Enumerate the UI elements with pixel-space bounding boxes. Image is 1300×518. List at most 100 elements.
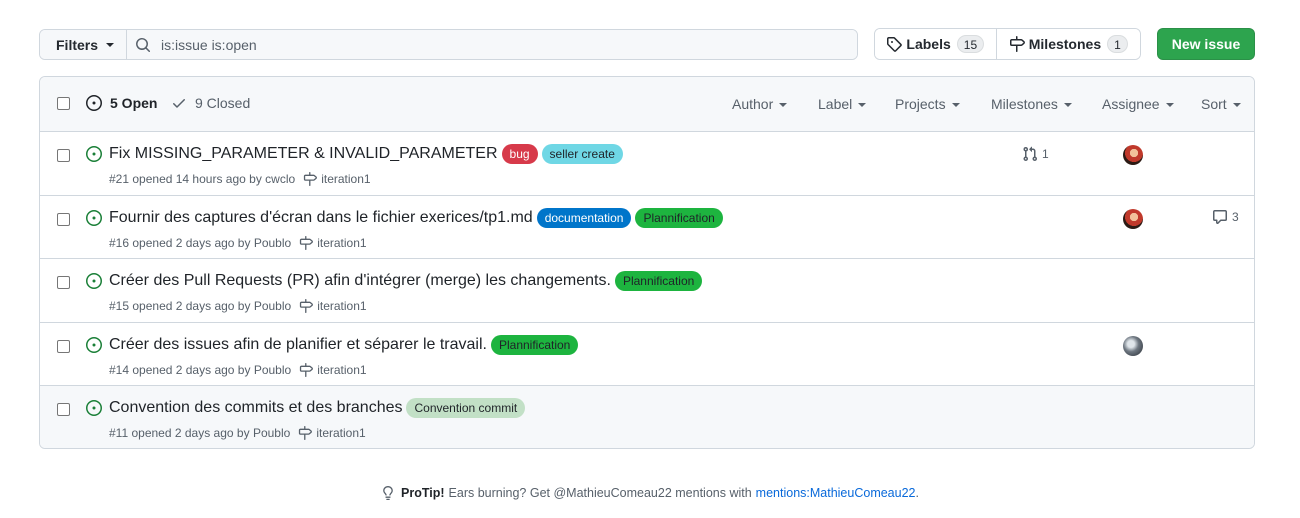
issue-title-line: Convention des commits et des branches C… xyxy=(109,398,526,418)
search-input[interactable] xyxy=(161,30,821,59)
issue-label[interactable]: bug xyxy=(501,144,538,164)
issue-milestone-link[interactable]: iteration1 xyxy=(299,362,367,377)
issue-row: Convention des commits et des branches C… xyxy=(40,386,1254,448)
filter-bar: Filters xyxy=(39,29,858,60)
milestone-icon xyxy=(300,235,314,250)
milestones-label: Milestones xyxy=(1028,36,1102,52)
milestone-name: iteration1 xyxy=(321,172,371,186)
issue-author-link[interactable]: Poublo xyxy=(254,236,291,250)
milestone-icon xyxy=(300,299,314,313)
closed-issues-tab[interactable]: 9 Closed xyxy=(171,95,250,111)
issue-opened-icon xyxy=(86,336,102,353)
issue-checkbox[interactable] xyxy=(57,212,70,226)
closed-count-label: 9 Closed xyxy=(195,95,251,111)
chevron-down-icon xyxy=(951,103,960,108)
issue-checkbox[interactable] xyxy=(57,339,70,353)
chevron-down-icon xyxy=(1165,103,1174,108)
comment-count: 3 xyxy=(1232,209,1239,224)
projects-filter-label: Projects xyxy=(895,96,946,112)
assignee-filter[interactable]: Assignee xyxy=(1102,96,1174,112)
issue-meta: #14 opened 2 days ago by Poublo iteratio… xyxy=(109,362,367,377)
author-filter[interactable]: Author xyxy=(732,96,788,112)
issue-number: #16 xyxy=(109,235,130,250)
issues-list: 5 Open 9 Closed Author Label Projects Mi… xyxy=(39,76,1255,449)
issues-toolbar: Filters Labels 15 Milestones 1 New issue xyxy=(39,28,1255,60)
issue-opened-icon xyxy=(86,400,102,416)
issue-title-link[interactable]: Créer des issues afin de planifier et sé… xyxy=(109,336,487,354)
chevron-down-icon xyxy=(779,103,788,108)
issue-opened-text: opened 2 days ago by xyxy=(131,426,250,440)
issue-title-link[interactable]: Convention des commits et des branches xyxy=(109,399,402,417)
issue-title-link[interactable]: Fix MISSING_PARAMETER & INVALID_PARAMETE… xyxy=(109,145,498,163)
select-all-checkbox[interactable] xyxy=(57,97,70,110)
issue-number: #15 xyxy=(109,299,130,313)
new-issue-button[interactable]: New issue xyxy=(1157,28,1255,60)
issue-label[interactable]: Convention commit xyxy=(406,398,526,418)
issue-title-line: Fournir des captures d'écran dans le fic… xyxy=(109,207,723,228)
issue-meta: #21 opened 14 hours ago by cwclo iterati… xyxy=(109,172,371,186)
filters-dropdown-button[interactable]: Filters xyxy=(40,30,127,59)
issue-checkbox[interactable] xyxy=(57,403,70,416)
issue-label[interactable]: Plannification xyxy=(635,207,723,228)
git-pull-request-icon xyxy=(1023,146,1038,162)
labels-label: Labels xyxy=(906,36,951,52)
light-bulb-icon xyxy=(383,486,393,500)
issue-milestone-link[interactable]: iteration1 xyxy=(303,172,371,186)
author-filter-label: Author xyxy=(732,96,774,112)
issue-row: Créer des issues afin de planifier et sé… xyxy=(40,323,1254,386)
issue-opened-icon xyxy=(86,146,102,162)
issue-meta: #16 opened 2 days ago by Poublo iteratio… xyxy=(109,235,367,250)
comment-icon xyxy=(1213,209,1227,224)
issue-title-link[interactable]: Créer des Pull Requests (PR) afin d'inté… xyxy=(109,272,611,290)
issue-title-link[interactable]: Fournir des captures d'écran dans le fic… xyxy=(109,209,533,227)
milestones-filter[interactable]: Milestones xyxy=(991,96,1072,112)
issue-author-link[interactable]: cwclo xyxy=(265,172,295,186)
milestones-count-badge: 1 xyxy=(1107,35,1128,53)
linked-pr-count: 1 xyxy=(1042,147,1049,161)
issue-row: Fix MISSING_PARAMETER & INVALID_PARAMETE… xyxy=(40,132,1254,196)
issue-author-link[interactable]: Poublo xyxy=(253,426,290,440)
issue-label[interactable]: documentation xyxy=(536,207,632,228)
milestone-icon xyxy=(1009,36,1025,52)
milestone-name: iteration1 xyxy=(317,299,367,313)
milestones-button[interactable]: Milestones 1 xyxy=(996,29,1140,59)
milestone-icon xyxy=(300,362,314,377)
issue-checkbox[interactable] xyxy=(57,276,70,289)
protip-mentions-link[interactable]: mentions:MathieuComeau22 xyxy=(756,486,916,500)
linked-pull-request[interactable]: 1 xyxy=(1022,146,1049,162)
assignee-avatar[interactable] xyxy=(1123,208,1143,229)
assignee-avatar[interactable] xyxy=(1123,335,1143,356)
issue-author-link[interactable]: Poublo xyxy=(254,299,291,313)
sort-filter-label: Sort xyxy=(1201,96,1227,112)
issues-list-header: 5 Open 9 Closed Author Label Projects Mi… xyxy=(40,77,1254,132)
issue-checkbox[interactable] xyxy=(57,149,70,162)
issue-label[interactable]: Plannification xyxy=(490,334,579,355)
labels-button[interactable]: Labels 15 xyxy=(875,29,997,59)
issue-meta: #15 opened 2 days ago by Poublo iteratio… xyxy=(109,299,367,313)
milestone-icon xyxy=(299,426,313,440)
search-field[interactable] xyxy=(127,30,857,59)
issue-author-link[interactable]: Poublo xyxy=(254,363,291,377)
milestone-name: iteration1 xyxy=(317,235,367,250)
issue-opened-text: opened 2 days ago by xyxy=(132,299,251,313)
chevron-down-icon xyxy=(1063,103,1072,108)
comments-link[interactable]: 3 xyxy=(1212,209,1239,225)
issue-label[interactable]: seller create xyxy=(541,144,623,164)
issue-meta: #11 opened 2 days ago by Poublo iteratio… xyxy=(109,426,366,440)
open-issues-tab[interactable]: 5 Open xyxy=(86,95,157,111)
assignee-avatar[interactable] xyxy=(1123,145,1143,165)
issue-title-line: Créer des Pull Requests (PR) afin d'inté… xyxy=(109,271,703,291)
issue-label[interactable]: Plannification xyxy=(614,271,703,291)
labels-milestones-group: Labels 15 Milestones 1 xyxy=(874,28,1141,60)
label-filter[interactable]: Label xyxy=(818,96,867,112)
protip-suffix: . xyxy=(915,486,919,500)
projects-filter[interactable]: Projects xyxy=(895,96,960,112)
filters-label: Filters xyxy=(56,36,99,53)
sort-filter[interactable]: Sort xyxy=(1201,96,1241,112)
issue-title-line: Fix MISSING_PARAMETER & INVALID_PARAMETE… xyxy=(109,144,623,164)
issue-milestone-link[interactable]: iteration1 xyxy=(298,426,366,440)
issue-milestone-link[interactable]: iteration1 xyxy=(299,299,367,313)
milestone-name: iteration1 xyxy=(317,362,367,377)
milestones-filter-label: Milestones xyxy=(991,96,1058,112)
issue-milestone-link[interactable]: iteration1 xyxy=(299,235,367,250)
